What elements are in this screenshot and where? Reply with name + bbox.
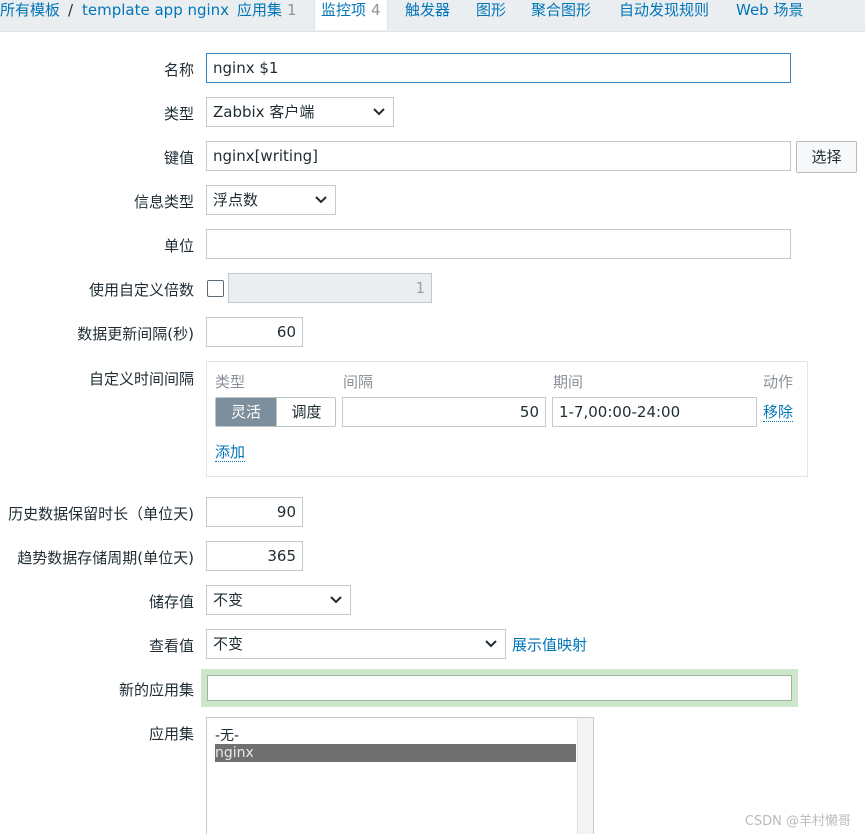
nav-tab-web[interactable]: Web 场景 xyxy=(736,0,803,32)
history-label: 历史数据保留时长（单位天) xyxy=(8,505,194,523)
applications-option-none[interactable]: -无- xyxy=(215,727,239,745)
update-interval-label: 数据更新间隔(秒) xyxy=(77,325,194,343)
history-input[interactable]: 90 xyxy=(206,497,303,527)
interval-type-toggle: 灵活 调度 xyxy=(215,397,336,427)
store-value-select-value: 不变 xyxy=(213,591,244,609)
value-mapping-link[interactable]: 展示值映射 xyxy=(512,634,587,655)
name-input[interactable]: nginx $1 xyxy=(206,53,791,83)
new-application-label: 新的应用集 xyxy=(118,681,194,699)
nav-tab-screens[interactable]: 聚合图形 xyxy=(531,0,591,32)
name-label: 名称 xyxy=(163,61,194,79)
custom-intervals-header-action: 动作 xyxy=(763,373,794,391)
nav-tab-items[interactable]: 监控项 4 xyxy=(314,0,388,30)
custom-intervals-panel: 类型 间隔 期间 动作 灵活 调度 50 1-7,00:00-24:00 移除 … xyxy=(206,361,808,477)
nav-tab-applications-count: 1 xyxy=(287,1,297,19)
new-application-field xyxy=(201,669,798,707)
interval-value-input[interactable]: 50 xyxy=(342,397,546,427)
interval-period-input[interactable]: 1-7,00:00-24:00 xyxy=(552,397,757,427)
trends-label: 趋势数据存储周期(单位天) xyxy=(17,549,194,567)
nav-tab-discovery[interactable]: 自动发现规则 xyxy=(619,0,709,32)
custom-intervals-label: 自定义时间间隔 xyxy=(88,370,194,388)
chevron-down-icon xyxy=(315,196,327,204)
nav-tab-triggers[interactable]: 触发器 xyxy=(405,0,450,32)
info-type-label: 信息类型 xyxy=(133,193,194,211)
interval-type-flexible[interactable]: 灵活 xyxy=(216,398,276,426)
key-select-button[interactable]: 选择 xyxy=(796,141,857,173)
multiplier-checkbox[interactable] xyxy=(207,280,224,297)
interval-add-link[interactable]: 添加 xyxy=(215,443,246,462)
nav-tab-items-count: 4 xyxy=(371,1,381,19)
nav-all-templates[interactable]: 所有模板 xyxy=(0,0,60,32)
custom-intervals-header-type: 类型 xyxy=(215,373,246,391)
info-type-select-value: 浮点数 xyxy=(213,191,259,209)
type-label: 类型 xyxy=(163,105,194,123)
interval-remove-link[interactable]: 移除 xyxy=(763,403,794,422)
custom-intervals-header-period: 期间 xyxy=(553,373,584,391)
update-interval-input[interactable]: 60 xyxy=(206,317,303,347)
nav-separator: / xyxy=(68,1,74,19)
top-navigation: 所有模板 / template app nginx 应用集 1 监控项 4 触发器 … xyxy=(0,0,865,32)
chevron-down-icon xyxy=(485,640,497,648)
interval-type-scheduling[interactable]: 调度 xyxy=(276,398,335,426)
multiplier-label: 使用自定义倍数 xyxy=(88,281,194,299)
chevron-down-icon xyxy=(373,108,385,116)
applications-option-nginx[interactable]: nginx xyxy=(215,744,576,762)
type-select[interactable]: Zabbix 客户端 xyxy=(206,97,394,127)
applications-scrollbar[interactable] xyxy=(577,718,593,834)
units-input[interactable] xyxy=(206,229,791,259)
nav-template-name[interactable]: template app nginx xyxy=(82,0,229,32)
show-value-label: 查看值 xyxy=(148,637,194,655)
nav-tab-applications[interactable]: 应用集 1 xyxy=(237,0,297,32)
custom-intervals-header-interval: 间隔 xyxy=(343,373,374,391)
store-value-select[interactable]: 不变 xyxy=(206,585,351,615)
new-application-input[interactable] xyxy=(207,675,792,701)
key-label: 键值 xyxy=(163,149,194,167)
multiplier-input: 1 xyxy=(228,273,432,303)
info-type-select[interactable]: 浮点数 xyxy=(206,185,336,215)
watermark: CSDN @羊村懒哥 xyxy=(744,814,851,829)
show-value-select-value: 不变 xyxy=(213,635,244,653)
chevron-down-icon xyxy=(330,596,342,604)
type-select-value: Zabbix 客户端 xyxy=(213,103,315,121)
key-input[interactable]: nginx[writing] xyxy=(206,141,791,171)
nav-tab-graphs[interactable]: 图形 xyxy=(476,0,506,32)
nav-tab-items-label: 监控项 xyxy=(321,1,367,19)
store-value-label: 储存值 xyxy=(148,593,194,611)
units-label: 单位 xyxy=(163,237,194,255)
show-value-select[interactable]: 不变 xyxy=(206,629,506,659)
nav-tab-applications-label: 应用集 xyxy=(237,1,283,19)
applications-listbox[interactable]: -无- nginx xyxy=(206,717,594,834)
applications-label: 应用集 xyxy=(148,725,194,743)
trends-input[interactable]: 365 xyxy=(206,541,303,571)
